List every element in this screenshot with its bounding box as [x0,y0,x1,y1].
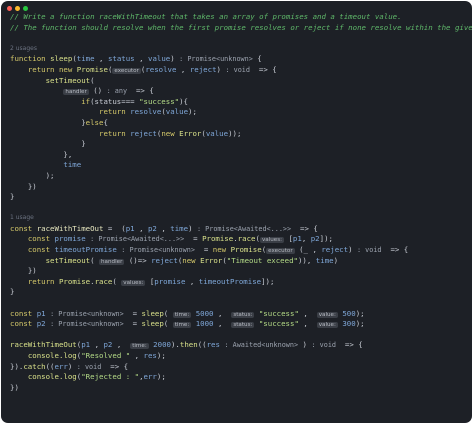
code-line: return reject(new Error(value)); [99,128,242,138]
param-hint: value: [316,322,338,329]
code-line: ); [45,170,55,180]
code-line: }, [63,149,73,159]
code-line: } [10,287,15,297]
param-hint: time: [172,322,192,329]
code-line: const promise : Promise<Awaited<...>> = … [27,234,333,244]
code-line: const raceWithTimeOut = (p1 , p2 , time)… [10,223,318,233]
param-hint: executor [112,67,141,74]
code-line: setTimeout( [45,75,95,85]
param-hint: handler [63,89,89,96]
param-hint: status: [231,322,255,329]
code-line: const timeoutPromise : Promise<unknown> … [27,245,409,255]
code-line: return Promise.race( values: [promise , … [27,276,275,286]
code-editor-window: // Write a function raceWithTimeout that… [1,1,472,423]
code-line: console.log("Resolved " , res); [27,351,166,360]
comment-line: // The function should resolve when the … [10,22,472,32]
param-hint: status: [231,311,255,318]
code-line: }else{ [81,117,108,127]
window-controls [7,6,28,11]
code-line: const p1 : Promise<unknown> = sleep( tim… [10,308,365,318]
code-line: raceWithTimeOut(p1 , p2 , time: 2000).th… [10,340,363,350]
param-hint: time: [130,343,149,350]
comment-line: // Write a function raceWithTimeout that… [10,12,402,21]
code-line: }).catch((err) : void => { [10,361,129,371]
param-hint: values: [259,237,285,244]
code-line: if(status=== "success"){ [81,96,189,106]
code-line: }) [10,382,19,392]
code-line: return resolve(value); [99,107,197,117]
code-line: function sleep(time , status , value) : … [10,54,262,64]
code-line: const p2 : Promise<unknown> = sleep( tim… [10,319,365,329]
param-hint: executor [266,248,295,255]
param-hint: time: [172,311,192,318]
code-line: time [63,160,82,170]
code-line: }) [27,266,37,276]
code-line: return new Promise(executor (resolve , re… [27,64,277,74]
param-hint: value: [316,311,338,318]
code-line: } [81,139,86,149]
code-line: handler () : any => { [63,86,154,96]
usage-hint[interactable]: 1 usage [10,213,468,224]
usage-hint[interactable]: 2 usages [10,44,468,55]
param-hint: handler [99,258,125,265]
code-line: } [10,192,15,202]
code-line: setTimeout( handler ()=> reject(new Erro… [45,255,339,265]
code-line: }) [27,181,37,191]
minimize-button[interactable] [15,6,20,11]
param-hint: values: [121,279,146,286]
code-line: console.log("Rejected : ",err); [27,372,166,382]
code-area[interactable]: // Write a function raceWithTimeout that… [10,12,472,393]
close-button[interactable] [7,6,12,11]
maximize-button[interactable] [23,6,28,11]
